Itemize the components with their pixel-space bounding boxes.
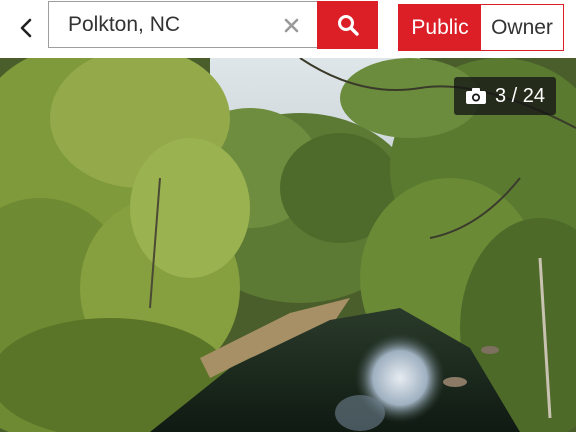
toggle-public[interactable]: Public [399, 5, 481, 50]
close-icon [284, 18, 298, 32]
search-button[interactable] [317, 1, 378, 49]
search-box [48, 1, 317, 48]
clear-search-button[interactable] [279, 12, 303, 38]
back-button[interactable] [8, 8, 44, 48]
search-input[interactable] [49, 4, 268, 45]
photo-counter-badge: 3 / 24 [454, 77, 556, 115]
top-toolbar: Public Owner [0, 0, 576, 56]
chevron-left-icon [20, 18, 32, 38]
public-owner-toggle: Public Owner [398, 4, 564, 51]
camera-icon [465, 88, 486, 104]
photo-counter-text: 3 / 24 [494, 84, 546, 107]
magnifier-icon [337, 15, 359, 36]
toggle-owner[interactable]: Owner [481, 5, 563, 50]
